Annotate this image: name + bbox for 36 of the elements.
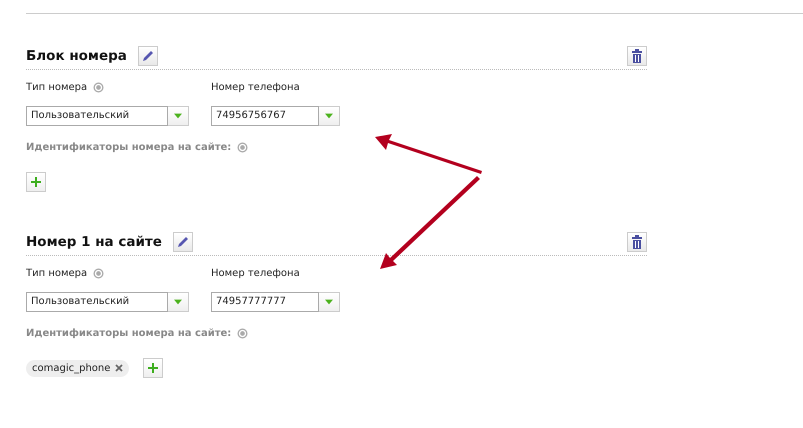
type-select[interactable]: Пользовательский [26, 106, 168, 126]
plus-icon [31, 177, 41, 187]
phone-field[interactable]: 74957777777 [211, 292, 319, 312]
field-label: Номер телефона [211, 268, 300, 278]
block-title: Блок номера [26, 48, 127, 64]
type-select[interactable]: Пользовательский [26, 292, 168, 312]
pencil-icon [176, 234, 190, 248]
identifier-tag: comagic_phone [26, 360, 130, 376]
identifiers-label: Идентификаторы номера на сайте: [26, 142, 232, 153]
block-title: Номер 1 на сайте [26, 234, 162, 250]
trash-icon [631, 234, 643, 248]
caret-icon [174, 299, 182, 305]
help-icon [237, 328, 248, 339]
field-label: Тип номера [26, 268, 88, 278]
caret-icon [174, 113, 182, 119]
dropdown-button[interactable] [168, 106, 189, 126]
caret-icon [325, 299, 333, 305]
help-icon [237, 142, 248, 153]
remove-icon[interactable] [115, 364, 124, 372]
field-label: Тип номера [26, 82, 88, 92]
add-button[interactable] [143, 358, 164, 378]
plus-icon [148, 363, 158, 373]
dropdown-button[interactable] [319, 106, 340, 126]
add-button[interactable] [26, 172, 46, 192]
field-label: Номер телефона [211, 82, 300, 92]
pencil-icon [140, 48, 155, 62]
dropdown-button[interactable] [319, 292, 340, 312]
caret-icon [325, 113, 333, 119]
dropdown-button[interactable] [168, 292, 189, 312]
edit-button[interactable] [138, 46, 158, 66]
delete-button[interactable] [627, 46, 647, 66]
trash-icon [631, 48, 643, 62]
phone-field[interactable]: 74956756767 [211, 106, 319, 126]
edit-button[interactable] [172, 232, 193, 252]
delete-button[interactable] [627, 232, 647, 252]
identifiers-label: Идентификаторы номера на сайте: [26, 328, 232, 339]
